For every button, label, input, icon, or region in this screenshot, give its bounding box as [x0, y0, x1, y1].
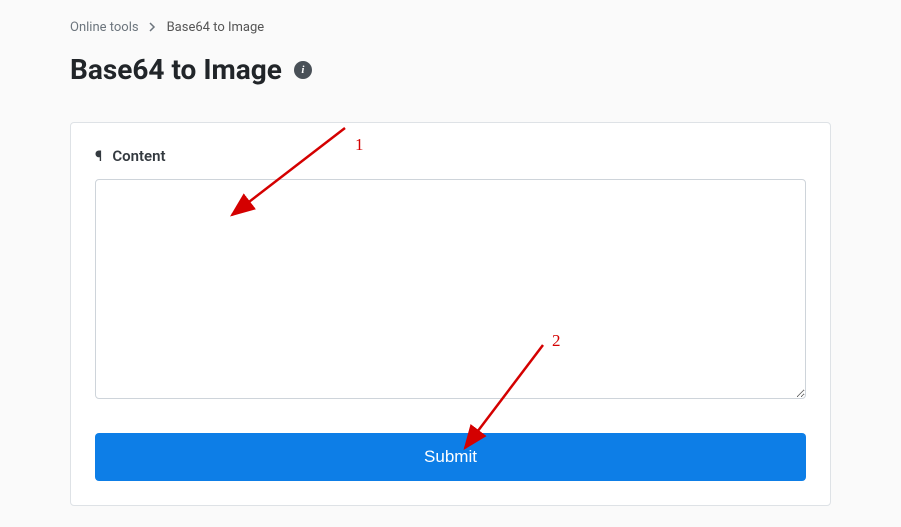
breadcrumb: Online tools Base64 to Image — [70, 20, 831, 35]
chevron-right-icon — [149, 21, 157, 35]
page-title-row: Base64 to Image i — [70, 53, 831, 86]
content-textarea[interactable] — [95, 179, 806, 399]
info-icon[interactable]: i — [294, 61, 312, 79]
breadcrumb-root-link[interactable]: Online tools — [70, 20, 139, 35]
page-container: Online tools Base64 to Image Base64 to I… — [0, 0, 901, 506]
page-title: Base64 to Image — [70, 53, 282, 86]
content-label-row: ¶ Content — [95, 147, 806, 165]
submit-button[interactable]: Submit — [95, 433, 806, 481]
content-label: Content — [112, 147, 165, 165]
breadcrumb-current: Base64 to Image — [167, 20, 265, 35]
form-card: ¶ Content Submit — [70, 122, 831, 506]
paragraph-icon: ¶ — [95, 147, 102, 165]
